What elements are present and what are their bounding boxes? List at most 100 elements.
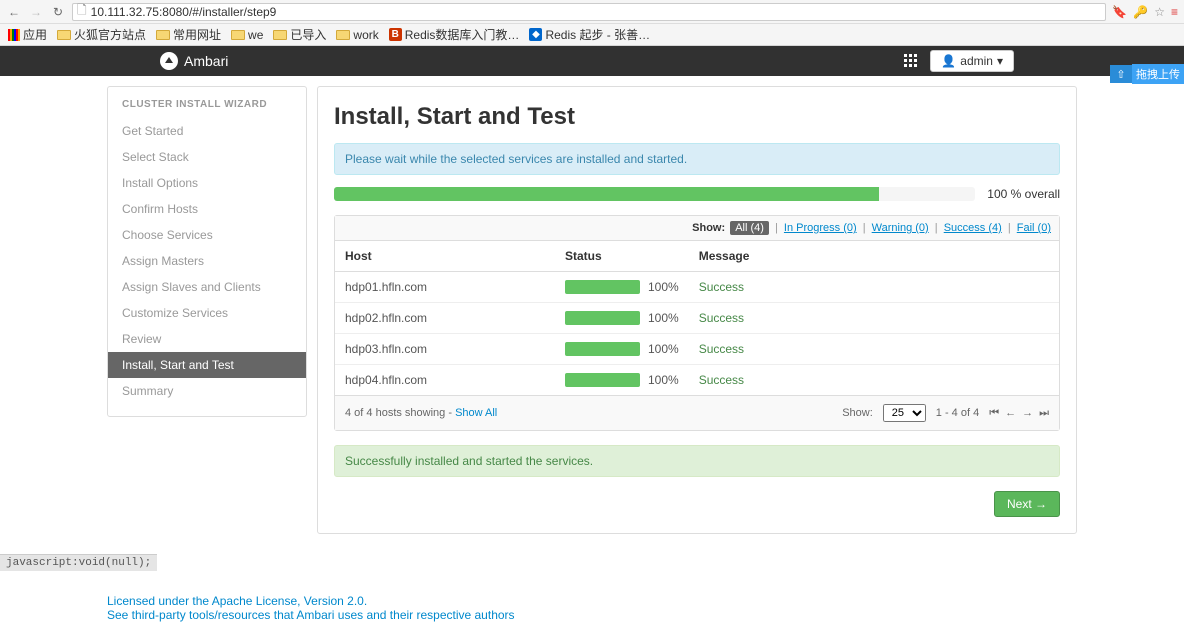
upload-label: 拖拽上传 xyxy=(1132,64,1184,84)
url-text: 10.111.32.75:8080/#/installer/step9 xyxy=(91,5,277,19)
wizard-step-4[interactable]: Choose Services xyxy=(108,222,306,248)
message-cell[interactable]: Success xyxy=(689,365,1059,396)
folder-icon xyxy=(231,30,245,40)
bookmark-5[interactable]: BRedis数据库入门教… xyxy=(389,26,520,43)
sidebar-title: CLUSTER INSTALL WIZARD xyxy=(108,99,306,118)
tag-icon[interactable]: 🔖 xyxy=(1112,5,1127,19)
ambari-logo-icon xyxy=(160,52,178,70)
redis-icon-2: ◆ xyxy=(529,28,542,41)
key-icon[interactable]: 🔑 xyxy=(1133,5,1148,19)
admin-label: admin xyxy=(960,54,993,68)
browser-status-bar: javascript:void(null); xyxy=(0,554,157,571)
wizard-step-6[interactable]: Assign Slaves and Clients xyxy=(108,274,306,300)
top-navbar: Ambari 👤 admin ▾ xyxy=(0,46,1184,76)
redis-icon: B xyxy=(389,28,402,41)
info-message: Please wait while the selected services … xyxy=(334,143,1060,175)
table-row: hdp02.hfln.com 100% Success xyxy=(335,303,1059,334)
message-cell[interactable]: Success xyxy=(689,303,1059,334)
wizard-step-10[interactable]: Summary xyxy=(108,378,306,404)
host-cell[interactable]: hdp03.hfln.com xyxy=(335,334,555,365)
file-icon: 🗋 xyxy=(77,1,87,22)
th-message[interactable]: Message xyxy=(689,241,1059,272)
page-last-icon[interactable]: ⏭ xyxy=(1039,407,1049,420)
host-cell[interactable]: hdp04.hfln.com xyxy=(335,365,555,396)
footer-left: 4 of 4 hosts showing - Show All xyxy=(345,407,497,419)
progress-bar xyxy=(334,187,975,201)
wizard-step-5[interactable]: Assign Masters xyxy=(108,248,306,274)
back-button[interactable]: ← xyxy=(6,4,22,20)
filter-all[interactable]: All (4) xyxy=(730,221,769,235)
page-title: Install, Start and Test xyxy=(334,103,1060,131)
wizard-step-0[interactable]: Get Started xyxy=(108,118,306,144)
forward-button[interactable]: → xyxy=(28,4,44,20)
apps-bookmark[interactable]: 应用 xyxy=(8,26,47,43)
show-label: Show: xyxy=(692,222,725,234)
result-message: Successfully installed and started the s… xyxy=(334,445,1060,477)
status-cell: 100% xyxy=(565,342,679,356)
page-range: 1 - 4 of 4 xyxy=(936,407,979,419)
host-cell[interactable]: hdp02.hfln.com xyxy=(335,303,555,334)
wizard-step-8[interactable]: Review xyxy=(108,326,306,352)
wizard-step-7[interactable]: Customize Services xyxy=(108,300,306,326)
filter-inprogress[interactable]: In Progress (0) xyxy=(784,222,857,234)
per-page-select[interactable]: 25 xyxy=(883,404,926,422)
reload-button[interactable]: ↻ xyxy=(50,4,66,20)
bookmark-0[interactable]: 火狐官方站点 xyxy=(57,26,146,43)
apps-grid-icon[interactable] xyxy=(904,54,918,68)
browser-toolbar: ← → ↻ 🗋 10.111.32.75:8080/#/installer/st… xyxy=(0,0,1184,24)
th-host[interactable]: Host xyxy=(335,241,555,272)
table-row: hdp03.hfln.com 100% Success xyxy=(335,334,1059,365)
hosts-table: Host Status Message hdp01.hfln.com 100% Su… xyxy=(335,241,1059,395)
page-first-icon[interactable]: ⏮ xyxy=(989,407,999,420)
page-prev-icon[interactable]: ← xyxy=(1005,407,1016,420)
pagination: ⏮ ← → ⏭ xyxy=(989,407,1049,420)
address-bar[interactable]: 🗋 10.111.32.75:8080/#/installer/step9 xyxy=(72,3,1106,21)
message-cell[interactable]: Success xyxy=(689,334,1059,365)
th-status[interactable]: Status xyxy=(555,241,689,272)
license-link[interactable]: Licensed under the Apache License, Versi… xyxy=(107,594,367,608)
row-progress-bar xyxy=(565,280,640,294)
wizard-step-9[interactable]: Install, Start and Test xyxy=(108,352,306,378)
main-container: CLUSTER INSTALL WIZARD Get StartedSelect… xyxy=(107,86,1077,534)
show-all-link[interactable]: Show All xyxy=(455,407,497,419)
caret-down-icon: ▾ xyxy=(997,54,1003,68)
filter-success[interactable]: Success (4) xyxy=(944,222,1002,234)
wizard-step-3[interactable]: Confirm Hosts xyxy=(108,196,306,222)
progress-fill xyxy=(334,187,879,201)
host-cell[interactable]: hdp01.hfln.com xyxy=(335,272,555,303)
brand[interactable]: Ambari xyxy=(160,52,228,70)
brand-label: Ambari xyxy=(184,53,228,69)
table-footer: 4 of 4 hosts showing - Show All Show: 25… xyxy=(335,395,1059,430)
upload-widget[interactable]: ⇧ 拖拽上传 xyxy=(1110,64,1184,84)
admin-dropdown[interactable]: 👤 admin ▾ xyxy=(930,50,1014,72)
filter-row: Show: All (4) | In Progress (0) | Warnin… xyxy=(335,216,1059,241)
folder-icon xyxy=(57,30,71,40)
wizard-step-2[interactable]: Install Options xyxy=(108,170,306,196)
filter-fail[interactable]: Fail (0) xyxy=(1017,222,1051,234)
menu-icon[interactable]: ≡ xyxy=(1171,5,1178,19)
star-icon[interactable]: ☆ xyxy=(1154,5,1165,19)
folder-icon xyxy=(156,30,170,40)
bookmark-4[interactable]: work xyxy=(336,28,378,42)
page-next-icon[interactable]: → xyxy=(1022,407,1033,420)
row-pct: 100% xyxy=(648,280,679,294)
row-progress-bar xyxy=(565,311,640,325)
row-progress-bar xyxy=(565,373,640,387)
status-cell: 100% xyxy=(565,311,679,325)
bookmarks-bar: 应用 火狐官方站点 常用网址 we 已导入 work BRedis数据库入门教…… xyxy=(0,24,1184,46)
wizard-step-1[interactable]: Select Stack xyxy=(108,144,306,170)
filter-warning[interactable]: Warning (0) xyxy=(872,222,929,234)
wizard-sidebar: CLUSTER INSTALL WIZARD Get StartedSelect… xyxy=(107,86,307,417)
bookmark-6[interactable]: ◆Redis 起步 - 张善… xyxy=(529,26,650,43)
browser-right-icons: 🔖 🔑 ☆ ≡ xyxy=(1112,5,1178,19)
bookmark-3[interactable]: 已导入 xyxy=(273,26,326,43)
bookmark-2[interactable]: we xyxy=(231,28,263,42)
thirdparty-link[interactable]: See third-party tools/resources that Amb… xyxy=(107,608,515,622)
overall-progress: 100 % overall xyxy=(334,187,1060,201)
status-cell: 100% xyxy=(565,280,679,294)
row-pct: 100% xyxy=(648,311,679,325)
next-button[interactable]: Next → xyxy=(994,491,1060,517)
message-cell[interactable]: Success xyxy=(689,272,1059,303)
page-footer: Licensed under the Apache License, Versi… xyxy=(107,594,1077,622)
bookmark-1[interactable]: 常用网址 xyxy=(156,26,221,43)
